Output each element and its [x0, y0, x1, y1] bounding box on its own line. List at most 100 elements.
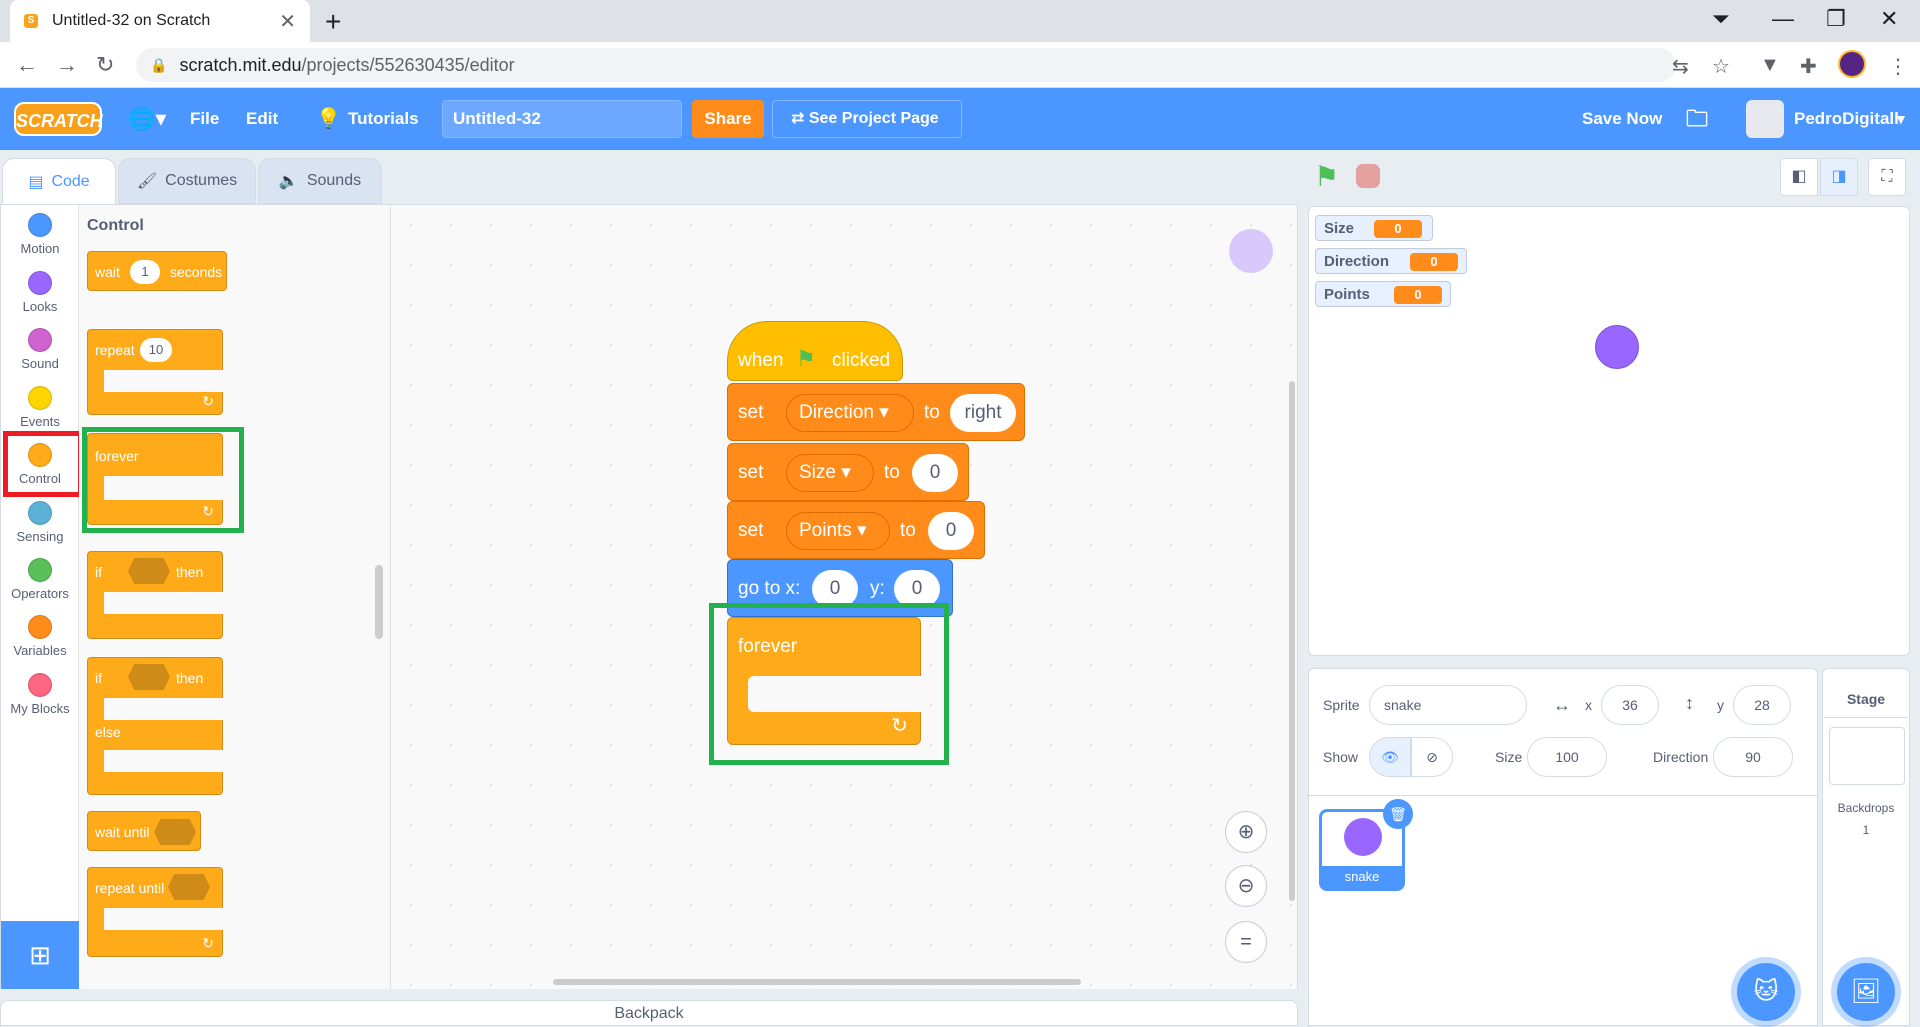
- y-input[interactable]: 28: [1733, 685, 1791, 725]
- tab-sounds[interactable]: 🔈 Sounds: [258, 158, 382, 204]
- when-flag-clicked-block[interactable]: when ⚑ clicked: [727, 321, 903, 381]
- script-workspace[interactable]: when ⚑ clicked set Direction ▾ to right …: [391, 205, 1297, 989]
- green-flag-icon: ⚑: [796, 346, 816, 371]
- choose-sprite-button[interactable]: 🐱: [1737, 963, 1795, 1021]
- category-events[interactable]: Events: [1, 386, 79, 429]
- category-looks[interactable]: Looks: [1, 271, 79, 314]
- extensions-puzzle-icon[interactable]: ✚: [1800, 54, 1817, 79]
- category-sound[interactable]: Sound: [1, 328, 79, 371]
- bookmark-star-icon[interactable]: ☆: [1712, 54, 1730, 79]
- variable-dropdown[interactable]: Direction ▾: [786, 394, 914, 432]
- condition-slot[interactable]: [154, 819, 196, 845]
- condition-slot[interactable]: [128, 558, 170, 584]
- x-label: x: [1585, 697, 1592, 713]
- zoom-out-button[interactable]: ⊖: [1225, 865, 1267, 907]
- share-button[interactable]: Share: [692, 100, 764, 138]
- username-menu[interactable]: PedroDigitall: [1794, 88, 1899, 150]
- large-stage-icon: ◨: [1831, 168, 1847, 185]
- workspace-horizontal-scrollbar[interactable]: [553, 979, 1081, 985]
- variable-dropdown[interactable]: Points ▾: [786, 512, 890, 550]
- scratch-logo[interactable]: SCRATCH: [14, 102, 103, 136]
- reload-icon[interactable]: ↻: [96, 52, 114, 78]
- variable-dropdown[interactable]: Size ▾: [786, 454, 874, 492]
- restore-icon[interactable]: ❐: [1826, 6, 1846, 32]
- fullscreen-button[interactable]: ⛶: [1868, 158, 1906, 196]
- category-operators[interactable]: Operators: [1, 558, 79, 601]
- extension-funnel-icon[interactable]: ▼: [1760, 54, 1780, 77]
- set-direction-block[interactable]: set Direction ▾ to right: [727, 383, 1025, 441]
- choose-backdrop-button[interactable]: 🖼: [1837, 963, 1895, 1021]
- repeat-block[interactable]: repeat 10 ↻: [87, 329, 224, 415]
- category-my-blocks[interactable]: My Blocks: [1, 673, 79, 716]
- green-flag-button[interactable]: ⚑: [1314, 160, 1339, 193]
- zoom-in-button[interactable]: ⊕: [1225, 811, 1267, 853]
- url-field[interactable]: 🔒 scratch.mit.edu/projects/552630435/edi…: [136, 48, 1676, 82]
- browser-menu-icon[interactable]: ⋮: [1888, 54, 1908, 79]
- direction-label: Direction: [1653, 749, 1709, 765]
- set-points-block[interactable]: set Points ▾ to 0: [727, 501, 985, 559]
- stop-button[interactable]: [1356, 164, 1380, 188]
- direction-input[interactable]: 90: [1713, 737, 1793, 777]
- language-globe-icon[interactable]: 🌐▾: [128, 88, 166, 150]
- x-arrows-icon: ↔: [1553, 695, 1571, 715]
- show-visible-button[interactable]: 👁: [1369, 737, 1411, 777]
- profile-dropdown-icon[interactable]: ⏷: [1712, 6, 1730, 32]
- value-input[interactable]: 0: [912, 454, 958, 492]
- my-stuff-folder-icon[interactable]: 🗀: [1686, 88, 1708, 150]
- forward-icon[interactable]: →: [56, 52, 78, 78]
- large-stage-button[interactable]: ◨: [1820, 158, 1858, 196]
- account-caret-icon[interactable]: ▼: [1894, 88, 1908, 150]
- if-then-else-block[interactable]: if then else: [87, 657, 224, 795]
- project-title-input[interactable]: Untitled-32: [442, 100, 682, 138]
- sprite-name-input[interactable]: snake: [1369, 685, 1527, 725]
- stage-selector-panel[interactable]: Stage Backdrops 1 🖼: [1822, 668, 1910, 1026]
- zoom-reset-button[interactable]: =: [1225, 921, 1267, 963]
- user-avatar[interactable]: [1746, 100, 1784, 138]
- category-label: My Blocks: [10, 701, 70, 716]
- y-arrows-icon: ↕: [1685, 693, 1694, 713]
- back-icon[interactable]: ←: [16, 52, 38, 78]
- browser-tab[interactable]: S Untitled-32 on Scratch ✕: [10, 0, 310, 42]
- new-tab-icon[interactable]: +: [325, 6, 341, 38]
- repeat-count-input[interactable]: 10: [140, 338, 172, 362]
- stage[interactable]: Size 0 Direction 0 Points 0: [1308, 206, 1910, 656]
- wait-seconds-block[interactable]: wait 1 seconds: [87, 251, 227, 291]
- condition-slot[interactable]: [168, 874, 210, 900]
- category-motion[interactable]: Motion: [1, 213, 79, 256]
- delete-sprite-button[interactable]: 🗑: [1383, 799, 1413, 829]
- file-menu[interactable]: File: [190, 88, 219, 150]
- category-sensing[interactable]: Sensing: [1, 501, 79, 544]
- small-stage-button[interactable]: ◧: [1780, 158, 1818, 196]
- x-input[interactable]: 36: [1601, 685, 1659, 725]
- minimize-icon[interactable]: —: [1772, 6, 1794, 32]
- backpack[interactable]: Backpack: [0, 1000, 1298, 1026]
- set-size-block[interactable]: set Size ▾ to 0: [727, 443, 969, 501]
- tab-costumes[interactable]: 🖌 Costumes: [118, 158, 256, 204]
- backdrop-thumbnail[interactable]: [1829, 727, 1905, 785]
- close-window-icon[interactable]: ✕: [1880, 6, 1898, 32]
- snake-sprite[interactable]: [1595, 325, 1639, 369]
- tutorials-menu[interactable]: Tutorials: [348, 88, 419, 150]
- size-input[interactable]: 100: [1527, 737, 1607, 777]
- url-path: /projects/552630435/editor: [301, 54, 515, 75]
- trash-icon: 🗑: [1389, 806, 1407, 822]
- if-then-block[interactable]: if then: [87, 551, 224, 639]
- show-hidden-button[interactable]: ⊘: [1411, 737, 1453, 777]
- value-input[interactable]: right: [950, 394, 1016, 432]
- wait-seconds-input[interactable]: 1: [130, 260, 160, 284]
- palette-scrollbar[interactable]: [375, 565, 383, 639]
- see-project-page-button[interactable]: ⇄ See Project Page: [772, 100, 962, 138]
- repeat-until-block[interactable]: repeat until ↻: [87, 867, 224, 957]
- workspace-vertical-scrollbar[interactable]: [1289, 381, 1295, 901]
- condition-slot[interactable]: [128, 664, 170, 690]
- save-now-button[interactable]: Save Now: [1582, 88, 1662, 150]
- tab-code[interactable]: ▤ Code: [2, 158, 116, 204]
- category-variables[interactable]: Variables: [1, 615, 79, 658]
- edit-menu[interactable]: Edit: [246, 88, 278, 150]
- add-extension-button[interactable]: ⊞: [1, 921, 79, 989]
- close-tab-icon[interactable]: ✕: [279, 9, 296, 34]
- browser-profile-avatar[interactable]: [1838, 50, 1866, 78]
- wait-until-block[interactable]: wait until: [87, 811, 201, 851]
- translate-icon[interactable]: ⇆: [1672, 54, 1689, 79]
- value-input[interactable]: 0: [928, 512, 974, 550]
